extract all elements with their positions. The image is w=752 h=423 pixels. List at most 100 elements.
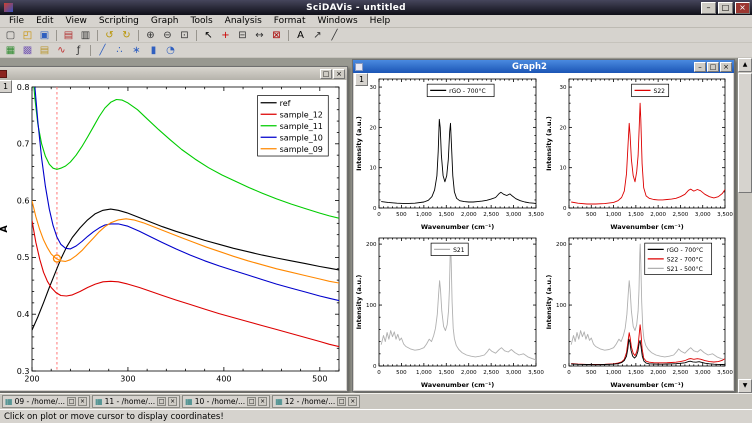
scroll-up-icon[interactable]: ▲: [738, 58, 752, 72]
draw-arrow-icon[interactable]: ↗: [309, 28, 326, 42]
new-note-icon[interactable]: ▤: [36, 43, 53, 57]
svg-text:2,500: 2,500: [673, 370, 689, 376]
menu-item-graph[interactable]: Graph: [145, 15, 185, 27]
scrollbar-thumb[interactable]: [738, 73, 752, 193]
remove-points-icon[interactable]: ⊠: [268, 28, 285, 42]
svg-text:1,000: 1,000: [606, 212, 622, 218]
menu-item-format[interactable]: Format: [268, 15, 312, 27]
new-table-icon[interactable]: ▦: [2, 43, 19, 57]
window-tab[interactable]: ▦11 - /home/...□×: [92, 395, 180, 408]
plot-bar-icon[interactable]: ▮: [145, 43, 162, 57]
raman-plot-rgo[interactable]: 05001,0001,5002,0002,5003,0003,500010203…: [354, 73, 544, 232]
svg-text:0: 0: [373, 206, 377, 212]
data-reader-icon[interactable]: +: [217, 28, 234, 42]
titlebar[interactable]: SciDAVis - untitled – □ ×: [0, 0, 752, 15]
table-icon: ▦: [5, 396, 13, 407]
svg-text:1,000: 1,000: [606, 370, 622, 376]
plot-scatter-icon[interactable]: ∴: [111, 43, 128, 57]
svg-text:200: 200: [556, 242, 567, 248]
graph2-minimize-button[interactable]: –: [694, 62, 706, 72]
tab-close-icon[interactable]: ×: [168, 397, 177, 406]
menu-item-analysis[interactable]: Analysis: [219, 15, 268, 27]
menu-item-help[interactable]: Help: [364, 15, 397, 27]
zoom-in-icon[interactable]: ⊕: [142, 28, 159, 42]
tab-restore-icon[interactable]: □: [67, 397, 76, 406]
tab-restore-icon[interactable]: □: [157, 397, 166, 406]
new-project-icon[interactable]: ▢: [2, 28, 19, 42]
minimize-button[interactable]: –: [701, 2, 716, 14]
svg-text:3,500: 3,500: [717, 212, 733, 218]
plot-line-icon[interactable]: ╱: [94, 43, 111, 57]
window-tab[interactable]: ▦10 - /home/...□×: [182, 395, 270, 408]
menu-item-edit[interactable]: Edit: [30, 15, 59, 27]
graph1-titlebar[interactable]: □ ×: [0, 67, 347, 80]
plot-line-symbol-icon[interactable]: ∗: [128, 43, 145, 57]
tab-restore-icon[interactable]: □: [247, 397, 256, 406]
svg-text:0: 0: [377, 370, 381, 376]
svg-text:2,000: 2,000: [650, 212, 666, 218]
svg-text:0.3: 0.3: [17, 367, 30, 376]
new-matrix-icon[interactable]: ▩: [19, 43, 36, 57]
raman-plot-s21[interactable]: 05001,0001,5002,0002,5003,0003,500010020…: [354, 232, 544, 390]
maximize-button[interactable]: □: [718, 2, 733, 14]
svg-text:20: 20: [560, 125, 567, 131]
tab-close-icon[interactable]: ×: [78, 397, 87, 406]
menu-item-scripting[interactable]: Scripting: [93, 15, 145, 27]
undo-icon[interactable]: ↺: [101, 28, 118, 42]
svg-text:200: 200: [366, 242, 377, 248]
window-title: SciDAVis - untitled: [13, 3, 699, 13]
window-tab[interactable]: ▦09 - /home/...□×: [2, 395, 90, 408]
svg-text:sample_12: sample_12: [280, 111, 323, 120]
graph1-body: 1 2003004005000.30.40.50.60.70.8Arefsamp…: [0, 80, 346, 390]
tab-close-icon[interactable]: ×: [348, 397, 357, 406]
graph2-titlebar[interactable]: Graph2 – □ ×: [353, 60, 734, 73]
graph2-layer-1-button[interactable]: 1: [355, 73, 368, 86]
uvvis-plot[interactable]: 2003004005000.30.40.50.60.70.8Arefsample…: [0, 80, 346, 390]
mdi-vertical-scrollbar[interactable]: ▲ ▼: [737, 58, 752, 393]
svg-text:3,500: 3,500: [717, 370, 733, 376]
print-icon[interactable]: ▥: [77, 28, 94, 42]
svg-text:Wavenumber (cm⁻¹): Wavenumber (cm⁻¹): [610, 381, 683, 389]
menu-item-view[interactable]: View: [60, 15, 93, 27]
toolbar-separator: [138, 30, 139, 41]
zoom-out-icon[interactable]: ⊖: [159, 28, 176, 42]
scroll-down-icon[interactable]: ▼: [738, 379, 752, 393]
svg-text:2,000: 2,000: [650, 370, 666, 376]
menu-item-tools[interactable]: Tools: [185, 15, 219, 27]
svg-text:0.7: 0.7: [17, 140, 30, 149]
plot-pie-icon[interactable]: ◔: [162, 43, 179, 57]
svg-text:500: 500: [396, 212, 407, 218]
move-points-icon[interactable]: ↔: [251, 28, 268, 42]
svg-text:0.4: 0.4: [17, 310, 30, 319]
rescale-icon[interactable]: ⊡: [176, 28, 193, 42]
raman-plot-overlay[interactable]: 05001,0001,5002,0002,5003,0003,500010020…: [544, 232, 733, 390]
graph2-window: Graph2 – □ × 1 05001,0001,5002,0002,5003…: [352, 59, 735, 392]
export-pdf-icon[interactable]: ▤: [60, 28, 77, 42]
svg-text:sample_11: sample_11: [280, 122, 323, 131]
pointer-icon[interactable]: ↖: [200, 28, 217, 42]
draw-line-icon[interactable]: ╱: [326, 28, 343, 42]
svg-text:0: 0: [377, 212, 381, 218]
tab-close-icon[interactable]: ×: [258, 397, 267, 406]
redo-icon[interactable]: ↻: [118, 28, 135, 42]
graph2-restore-button[interactable]: □: [707, 62, 719, 72]
graph1-restore-button[interactable]: □: [320, 69, 332, 79]
graph1-layer-1-button[interactable]: 1: [0, 80, 12, 93]
select-range-icon[interactable]: ⊟: [234, 28, 251, 42]
save-project-icon[interactable]: ▣: [36, 28, 53, 42]
menu-item-file[interactable]: File: [3, 15, 30, 27]
menu-item-windows[interactable]: Windows: [311, 15, 363, 27]
svg-text:3,000: 3,000: [506, 370, 522, 376]
raman-plot-s22[interactable]: 05001,0001,5002,0002,5003,0003,500010203…: [544, 73, 733, 232]
new-graph-icon[interactable]: ∿: [53, 43, 70, 57]
window-tab[interactable]: ▦12 - /home/...□×: [272, 395, 360, 408]
graph1-close-button[interactable]: ×: [333, 69, 345, 79]
svg-text:200: 200: [24, 375, 39, 384]
open-project-icon[interactable]: ◰: [19, 28, 36, 42]
close-button[interactable]: ×: [735, 2, 750, 14]
new-function-icon[interactable]: ƒ: [70, 43, 87, 57]
tab-restore-icon[interactable]: □: [337, 397, 346, 406]
add-text-icon[interactable]: A: [292, 28, 309, 42]
toolbar-plot: ▦▩▤∿ƒ ╱∴∗▮◔: [0, 43, 752, 58]
graph2-close-button[interactable]: ×: [720, 62, 732, 72]
